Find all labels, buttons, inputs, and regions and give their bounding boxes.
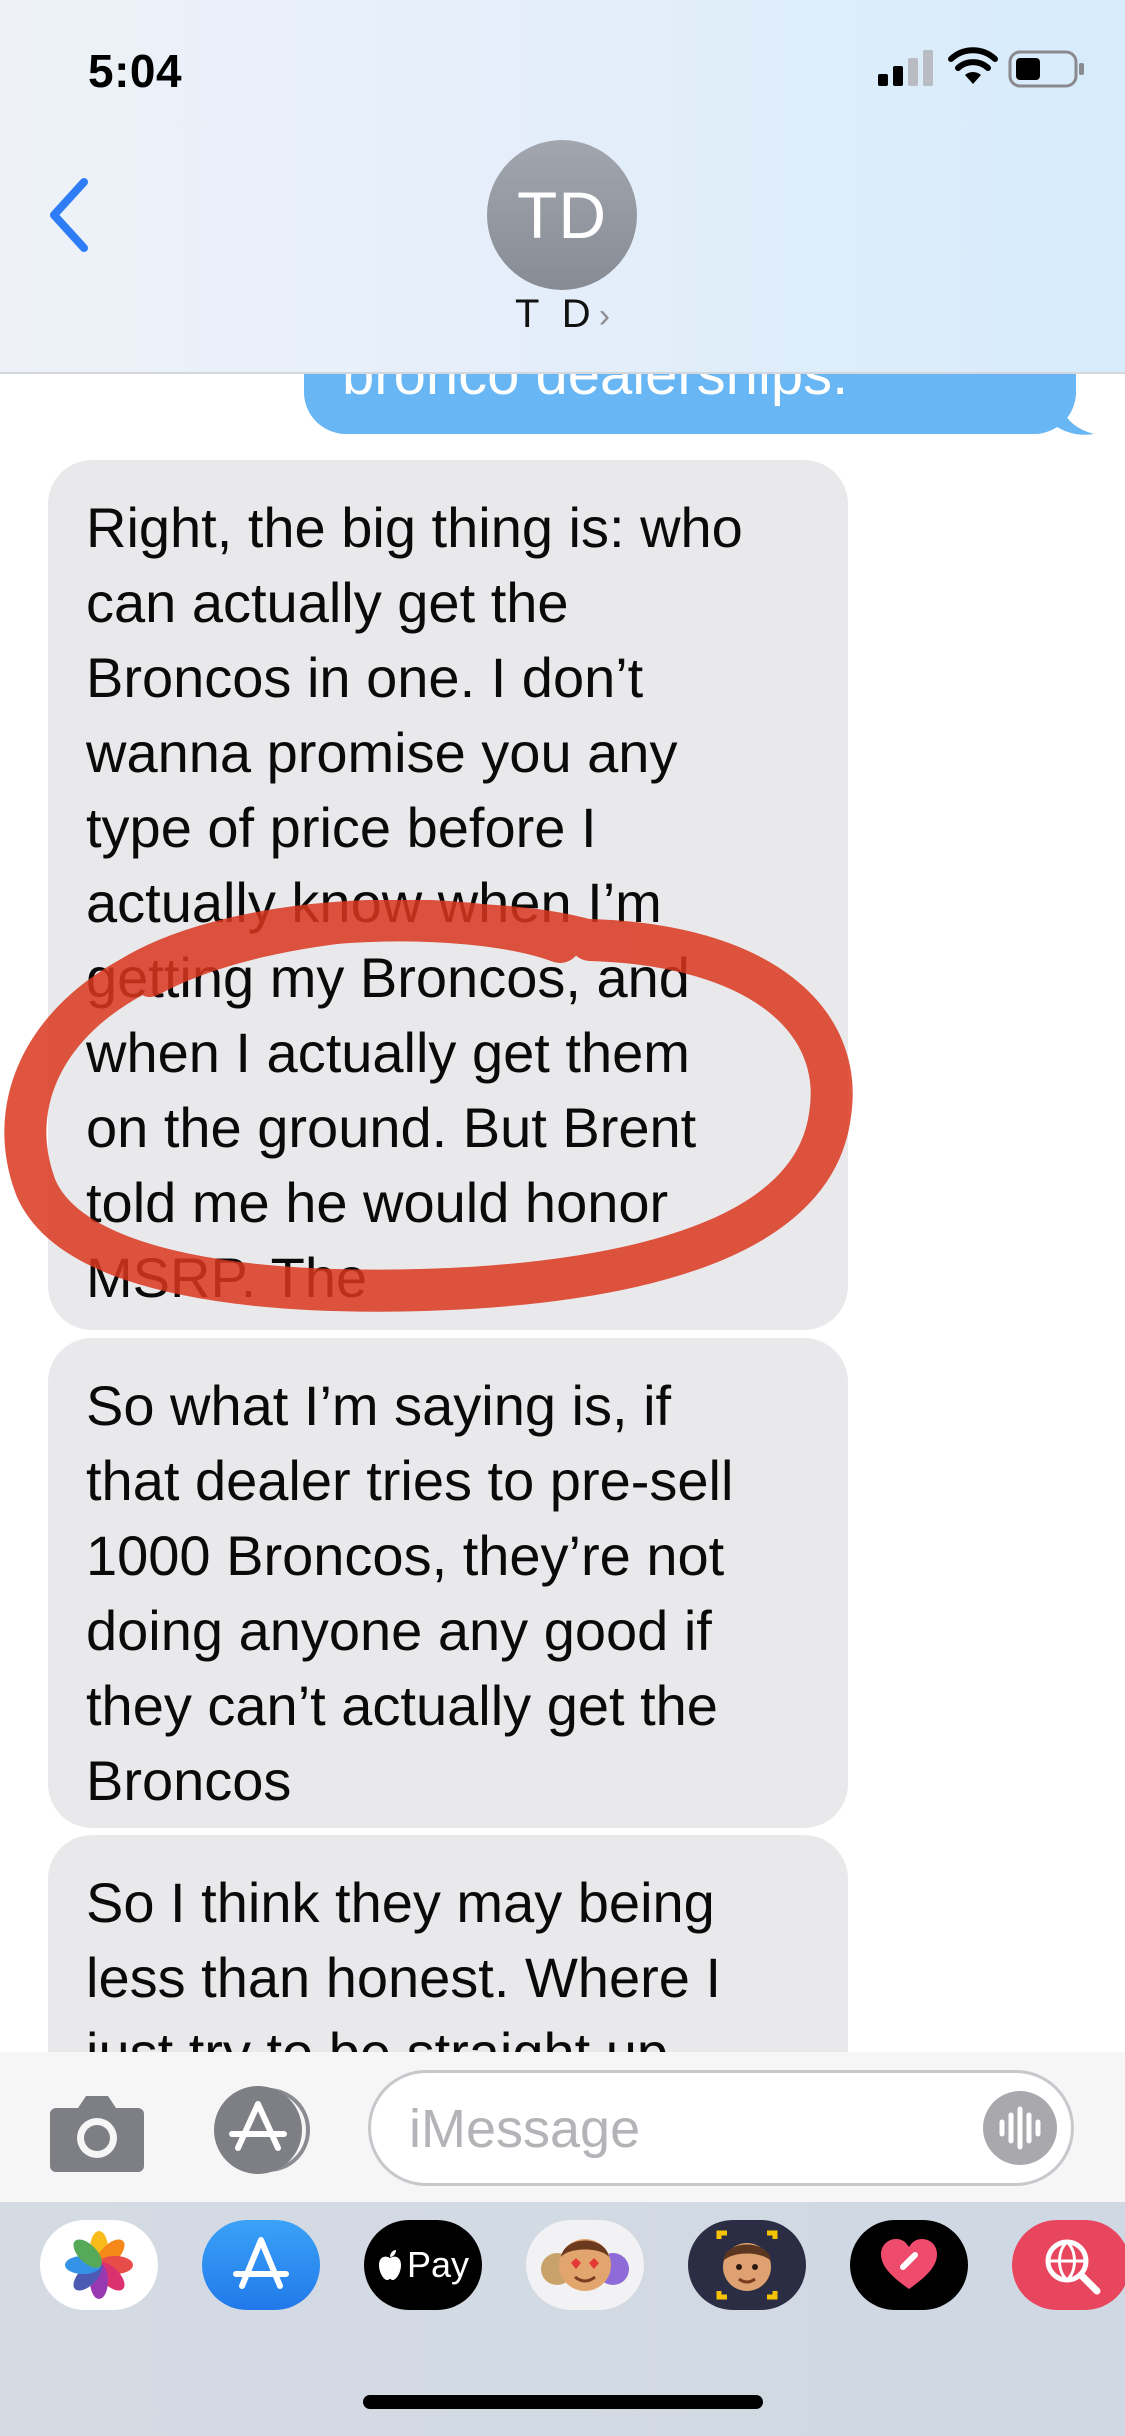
chevron-right-icon: › (598, 297, 611, 335)
apple-logo-icon (378, 2250, 401, 2280)
image-search-icon[interactable] (1012, 2220, 1125, 2310)
received-message-bubble[interactable]: So what I’m saying is, if that dealer tr… (48, 1338, 848, 1828)
memoji-stickers-face-icon (541, 2239, 629, 2291)
appstore-a-icon (233, 2237, 289, 2289)
message-input[interactable] (407, 2095, 971, 2163)
memoji-stickers-icon[interactable] (526, 2220, 644, 2310)
message-line: Broncos (86, 1749, 292, 1812)
message-line: told me he would honor (86, 1171, 669, 1234)
memoji-icon[interactable] (688, 2220, 806, 2310)
bubble-tail (1050, 400, 1094, 435)
received-message-bubble[interactable]: Right, the big thing is: who can actuall… (48, 460, 848, 1330)
message-line: Broncos in one. I don’t (86, 646, 644, 709)
audio-message-button[interactable] (983, 2091, 1057, 2165)
message-line: doing anyone any good if (86, 1599, 712, 1662)
back-chevron-icon[interactable] (40, 170, 100, 260)
message-line: Right, the big thing is: who (86, 496, 743, 559)
compose-bar (0, 2052, 1125, 2202)
message-line: 1000 Broncos, they’re not (86, 1524, 725, 1587)
message-line: less than honest. Where I (86, 1946, 722, 2009)
contact-name-button[interactable]: T D› (0, 292, 1125, 337)
avatar-initials: TD (517, 178, 607, 252)
message-input-field[interactable] (368, 2070, 1074, 2186)
message-line: on the ground. But Brent (86, 1096, 697, 1159)
cellular-signal-icon (878, 50, 933, 86)
message-line: when I actually get them (86, 1021, 690, 1084)
message-line: getting my Broncos, and (86, 946, 690, 1009)
message-line: So I think they may being (86, 1871, 715, 1934)
received-message-bubble[interactable]: So I think they may being less than hone… (48, 1835, 848, 2060)
applepay-icon[interactable]: Pay (364, 2220, 482, 2310)
memoji-face-icon (716, 2230, 778, 2300)
globe-search-icon (1045, 2239, 1101, 2295)
photos-flower-icon (65, 2231, 133, 2299)
applepay-label: Pay (406, 2244, 470, 2285)
message-line: can actually get the (86, 571, 569, 634)
message-line: that dealer tries to pre-sell (86, 1449, 734, 1512)
heart-icon (881, 2239, 937, 2289)
message-line: they can’t actually get the (86, 1674, 718, 1737)
appstore-icon[interactable] (202, 2220, 320, 2310)
digital-touch-icon[interactable] (850, 2220, 968, 2310)
photos-icon[interactable] (40, 2220, 158, 2310)
message-line: type of price before I (86, 796, 597, 859)
conversation-header: 5:04 TD T D› (0, 0, 1125, 374)
battery-icon (1008, 50, 1084, 88)
app-store-drawer-icon[interactable] (210, 2082, 318, 2178)
message-line: So what I’m saying is, if (86, 1374, 672, 1437)
waveform-icon (999, 2106, 1041, 2150)
wifi-icon (948, 47, 998, 84)
message-line: actually know when I’m (86, 871, 662, 934)
message-line: wanna promise you any (86, 721, 678, 784)
status-time: 5:04 (88, 45, 183, 97)
contact-avatar[interactable]: TD (487, 140, 637, 290)
home-indicator[interactable] (363, 2395, 763, 2409)
camera-icon[interactable] (48, 2088, 146, 2174)
message-line: MSRP. The (86, 1246, 368, 1309)
contact-name: T D (514, 292, 597, 336)
